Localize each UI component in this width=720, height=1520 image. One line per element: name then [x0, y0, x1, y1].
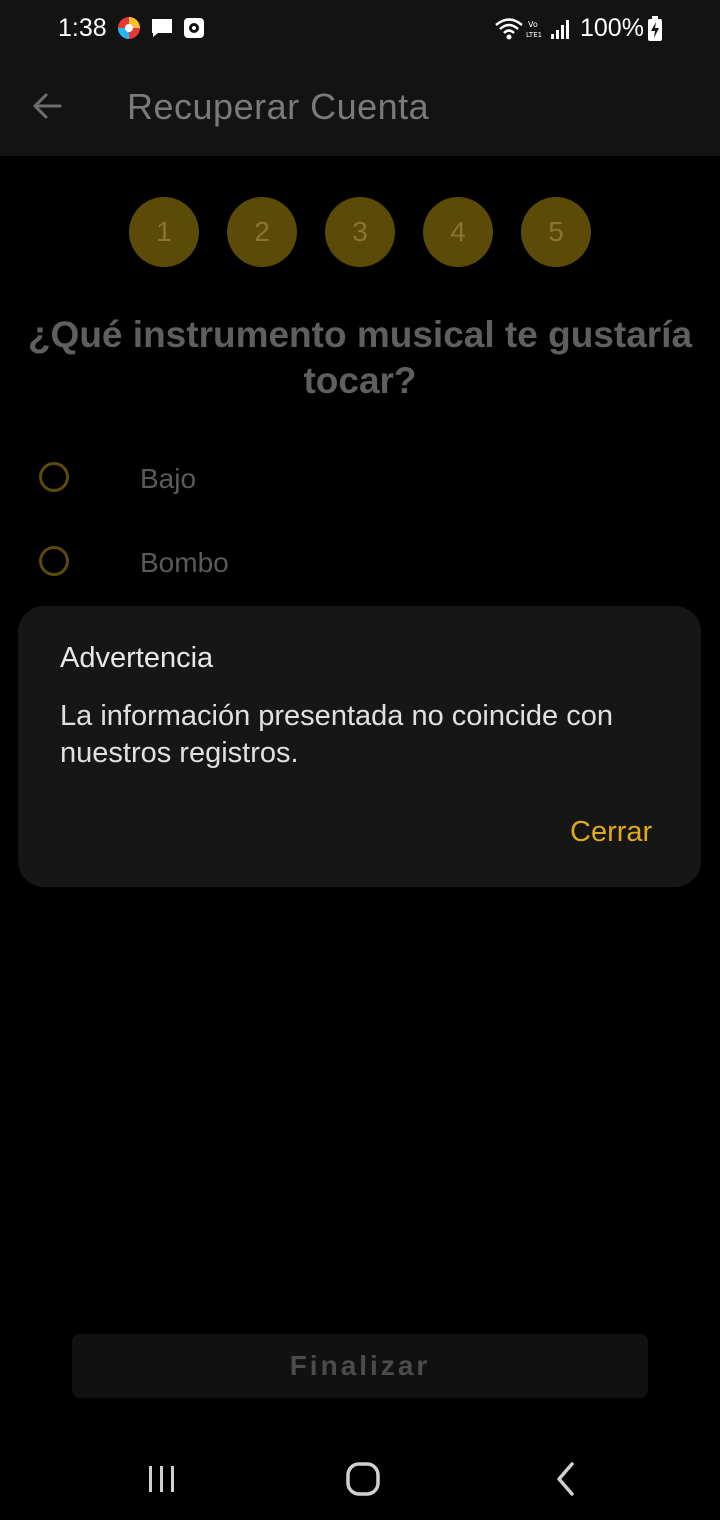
recent-apps-icon[interactable]	[132, 1456, 192, 1502]
radio-option-bajo[interactable]	[39, 462, 69, 492]
app-notification-icon	[118, 17, 140, 39]
step-indicator-1: 1	[129, 197, 199, 267]
home-icon[interactable]	[333, 1456, 393, 1502]
question-title: ¿Qué instrumento musical te gustaría toc…	[27, 314, 693, 401]
step-indicator-3: 3	[325, 197, 395, 267]
signal-icon	[551, 20, 569, 39]
finish-button[interactable]: Finalizar	[72, 1334, 648, 1398]
back-nav-icon[interactable]	[535, 1456, 595, 1502]
status-time: 1:38	[58, 14, 107, 42]
close-button[interactable]: Cerrar	[560, 814, 662, 851]
page-title: Recuperar Cuenta	[127, 86, 430, 127]
battery-percentage: 100%	[580, 14, 644, 42]
wifi-icon	[495, 18, 523, 40]
svg-text:Vo: Vo	[528, 20, 538, 29]
step-indicator-5: 5	[521, 197, 591, 267]
volte-icon: Vo LTE1	[526, 20, 542, 39]
option-label-bajo[interactable]: Bajo	[140, 463, 196, 495]
radio-option-bombo[interactable]	[39, 546, 69, 576]
arrow-left-icon[interactable]	[28, 86, 68, 126]
step-indicator-2: 2	[227, 197, 297, 267]
dialog-title: Advertencia	[60, 642, 214, 674]
svg-text:LTE1: LTE1	[526, 31, 542, 39]
battery-charging-icon	[648, 16, 662, 41]
option-label-bombo[interactable]: Bombo	[140, 547, 229, 579]
dialog-message: La información presentada no coincide co…	[60, 700, 613, 769]
message-icon	[152, 19, 172, 37]
step-indicator-4: 4	[423, 197, 493, 267]
camera-app-icon	[184, 18, 204, 38]
